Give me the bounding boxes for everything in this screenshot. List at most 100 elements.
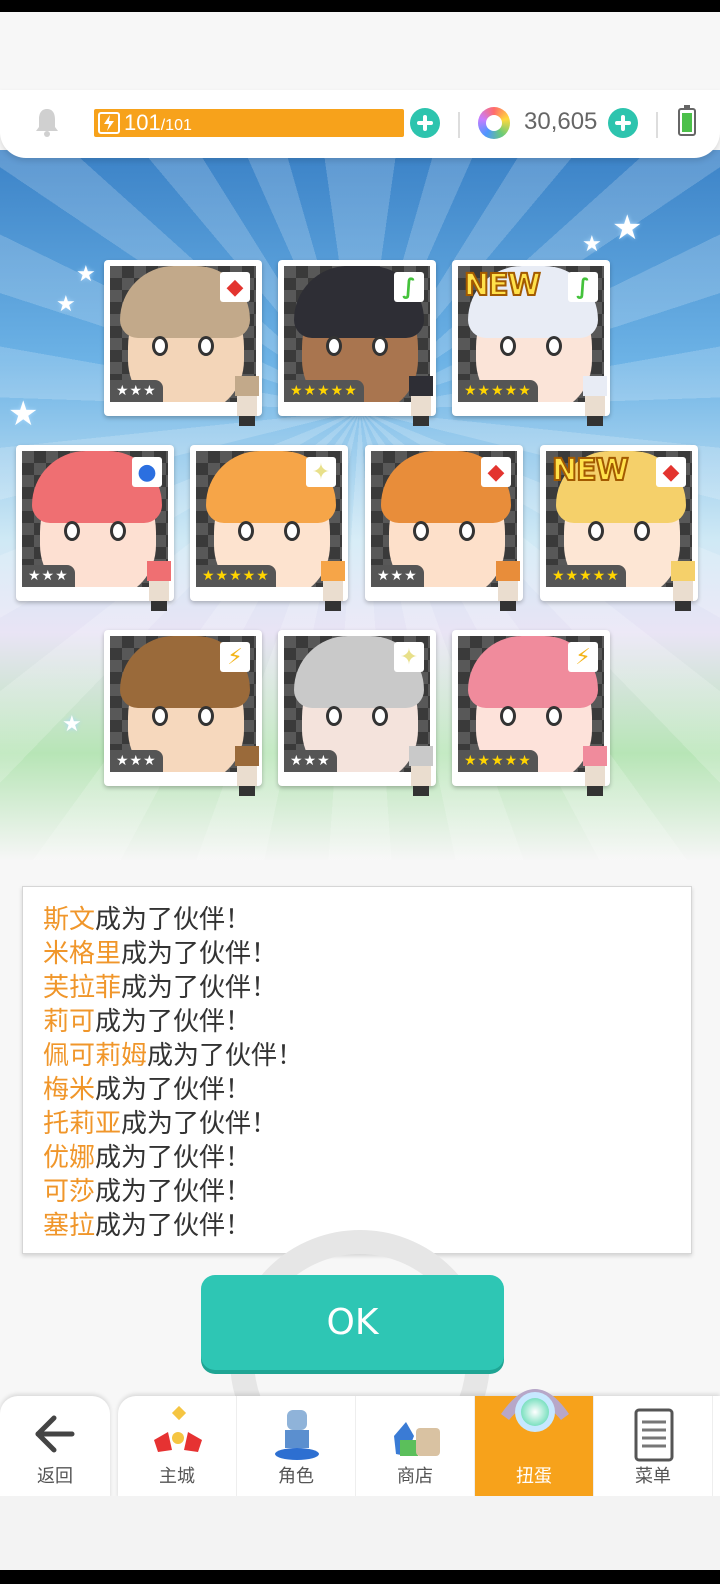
sparkle-star-icon: ★: [612, 208, 643, 248]
bell-icon[interactable]: [34, 107, 60, 137]
character-eye: [152, 706, 168, 726]
message-suffix: 成为了伙伴！: [95, 905, 252, 935]
character-card[interactable]: ∫ ★★★★★: [278, 260, 436, 426]
character-name: 优娜: [43, 1143, 96, 1173]
character-card[interactable]: ∫ ★★★★★ NEW: [452, 260, 610, 426]
summon-result-banner: ★ ★ ★ ★ ★ ★ ◆ ★★★ ∫ ★★★★★ ∫ ★★★★★ NEW ● …: [0, 150, 720, 860]
sparkle-star-icon: ★: [76, 262, 96, 287]
battery-icon: [678, 105, 696, 136]
character-eye: [326, 706, 342, 726]
ok-button[interactable]: OK: [201, 1275, 504, 1370]
element-fire-icon: ◆: [220, 272, 250, 302]
rarity-stars: ★★★★★: [196, 565, 276, 587]
character-card[interactable]: ✦ ★★★: [278, 630, 436, 796]
bottom-navigation: 主城 角色 商店 扭蛋 菜单: [118, 1389, 720, 1500]
message-suffix: 成为了伙伴！: [121, 939, 278, 969]
nav-item-gacha[interactable]: 扭蛋: [475, 1389, 594, 1496]
character-eye: [238, 521, 254, 541]
message-suffix: 成为了伙伴！: [95, 1211, 252, 1241]
element-fire-icon: ◆: [656, 457, 686, 487]
message-line: 斯文成为了伙伴！: [43, 903, 691, 937]
add-gems-button[interactable]: [608, 108, 638, 138]
character-card[interactable]: ◆ ★★★★★ NEW: [540, 445, 698, 611]
element-thunder-icon: ⚡: [568, 642, 598, 672]
character-eye: [198, 336, 214, 356]
message-suffix: 成为了伙伴！: [147, 1041, 304, 1071]
message-suffix: 成为了伙伴！: [95, 1177, 252, 1207]
new-badge: NEW: [463, 267, 542, 304]
stamina-bar: 101/101: [94, 109, 404, 137]
character-eye: [372, 336, 388, 356]
character-eye: [326, 336, 342, 356]
message-suffix: 成为了伙伴！: [95, 1075, 252, 1105]
character-eye: [500, 706, 516, 726]
nav-label: 角色: [278, 1466, 314, 1487]
character-name: 芙拉菲: [43, 973, 122, 1003]
character-eye: [110, 521, 126, 541]
character-eye: [152, 336, 168, 356]
rarity-stars: ★★★: [110, 380, 163, 402]
character-name: 塞拉: [43, 1211, 96, 1241]
divider: [458, 112, 460, 138]
rarity-stars: ★★★: [284, 750, 337, 772]
nav-item-character[interactable]: 角色: [237, 1396, 356, 1496]
pixel-sprite-icon: [316, 561, 350, 611]
rarity-stars: ★★★★★: [546, 565, 626, 587]
gacha-icon: [495, 1374, 575, 1438]
element-fire-icon: ◆: [481, 457, 511, 487]
rarity-stars: ★★★★★: [284, 380, 364, 402]
pixel-sprite-icon: [404, 376, 438, 426]
character-card[interactable]: ⚡ ★★★: [104, 630, 262, 796]
stamina-value: 101/101: [124, 110, 192, 135]
character-eye: [546, 706, 562, 726]
system-top-bar: [0, 0, 720, 12]
nav-label: 主城: [159, 1466, 195, 1487]
resource-bar: 101/101 30,605: [0, 90, 720, 158]
character-name: 莉可: [43, 1007, 96, 1037]
rarity-stars: ★★★: [110, 750, 163, 772]
message-line: 托莉亚成为了伙伴！: [43, 1107, 691, 1141]
pixel-sprite-icon: [666, 561, 700, 611]
message-line: 可莎成为了伙伴！: [43, 1175, 691, 1209]
character-name: 可莎: [43, 1177, 96, 1207]
menu-icon: [626, 1406, 682, 1464]
sparkle-star-icon: ★: [582, 232, 602, 257]
character-eye: [546, 336, 562, 356]
nav-item-shop[interactable]: 商店: [356, 1396, 475, 1496]
message-line: 芙拉菲成为了伙伴！: [43, 971, 691, 1005]
element-water-icon: ●: [132, 457, 162, 487]
character-eye: [634, 521, 650, 541]
character-eye: [372, 706, 388, 726]
rarity-stars: ★★★: [22, 565, 75, 587]
sparkle-star-icon: ★: [62, 712, 82, 737]
character-name: 斯文: [43, 905, 96, 935]
new-badge: NEW: [551, 452, 630, 489]
character-eye: [413, 521, 429, 541]
screen: ★ ★ ★ ★ ★ ★ ◆ ★★★ ∫ ★★★★★ ∫ ★★★★★ NEW ● …: [0, 0, 720, 1584]
element-wind-icon: ∫: [394, 272, 424, 302]
character-eye: [459, 521, 475, 541]
character-icon: [269, 1406, 325, 1464]
nav-item-menu[interactable]: 菜单: [594, 1396, 713, 1496]
message-line: 梅米成为了伙伴！: [43, 1073, 691, 1107]
message-line: 莉可成为了伙伴！: [43, 1005, 691, 1039]
element-thunder-icon: ⚡: [220, 642, 250, 672]
pixel-sprite-icon: [142, 561, 176, 611]
nav-label: 菜单: [635, 1466, 671, 1487]
character-card[interactable]: ✦ ★★★★★: [190, 445, 348, 611]
message-line: 优娜成为了伙伴！: [43, 1141, 691, 1175]
nav-item-castle[interactable]: 主城: [118, 1396, 237, 1496]
character-card[interactable]: ● ★★★: [16, 445, 174, 611]
character-card[interactable]: ⚡ ★★★★★: [452, 630, 610, 796]
back-button[interactable]: 返回: [0, 1396, 110, 1500]
message-suffix: 成为了伙伴！: [121, 973, 278, 1003]
summon-message-box[interactable]: 斯文成为了伙伴！ 米格里成为了伙伴！ 芙拉菲成为了伙伴！ 莉可成为了伙伴！ 佩可莉姆成为…: [22, 886, 692, 1254]
nav-label: 商店: [397, 1466, 433, 1487]
character-eye: [64, 521, 80, 541]
character-card[interactable]: ◆ ★★★: [365, 445, 523, 611]
add-stamina-button[interactable]: [410, 108, 440, 138]
message-suffix: 成为了伙伴！: [95, 1143, 252, 1173]
pixel-sprite-icon: [230, 746, 264, 796]
character-card[interactable]: ◆ ★★★: [104, 260, 262, 426]
element-light-icon: ✦: [394, 642, 424, 672]
